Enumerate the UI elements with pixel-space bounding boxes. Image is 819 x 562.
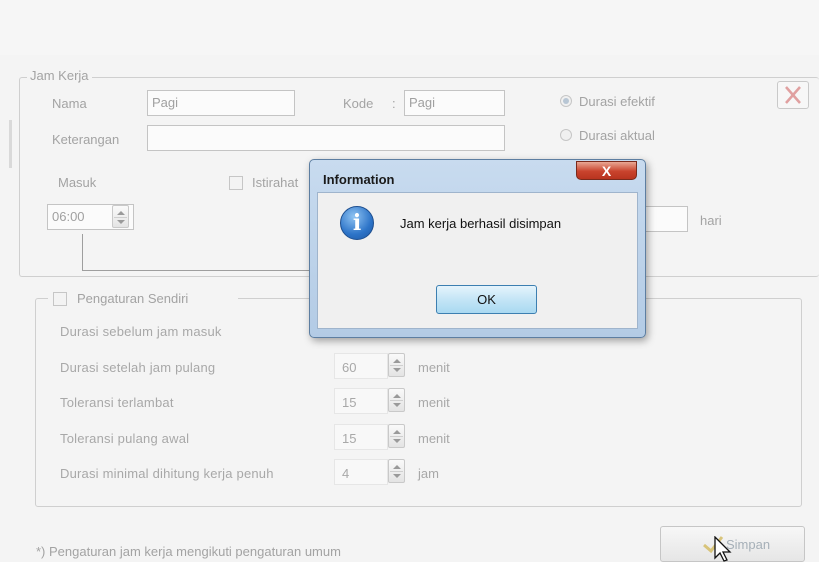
toleransi-pulang-awal-value: 15 [342, 431, 357, 446]
kode-separator: : [392, 96, 396, 111]
spin-down-icon [393, 368, 401, 372]
pengaturan-sendiri-checkbox[interactable] [53, 292, 67, 306]
mouse-cursor-icon [714, 536, 732, 562]
spin-up-icon [393, 394, 401, 398]
spin-down-icon [117, 220, 125, 224]
spin-divider [390, 400, 403, 401]
information-dialog: Information X i Jam kerja berhasil disim… [309, 159, 646, 338]
toleransi-terlambat-unit: menit [418, 395, 450, 410]
durasi-setelah-spinner[interactable] [388, 353, 405, 377]
spin-up-icon [117, 211, 125, 215]
masuk-time-spinner[interactable] [112, 205, 129, 228]
kode-label: Kode [343, 96, 374, 111]
istirahat-label: Istirahat [252, 175, 299, 190]
window-left-edge [9, 120, 12, 168]
toleransi-pulang-awal-unit: menit [418, 431, 450, 446]
toleransi-terlambat-value: 15 [342, 395, 357, 410]
spin-up-icon [393, 359, 401, 363]
durasi-setelah-unit: menit [418, 360, 450, 375]
toleransi-pulang-awal-spinner[interactable] [388, 424, 405, 448]
info-icon: i [340, 206, 374, 240]
pengaturan-sendiri-label: Pengaturan Sendiri [77, 291, 189, 306]
keterangan-field[interactable] [147, 125, 505, 151]
durasi-minimal-spinner[interactable] [388, 459, 405, 483]
dialog-body: i Jam kerja berhasil disimpan OK [317, 192, 638, 329]
dialog-message: Jam kerja berhasil disimpan [400, 216, 562, 231]
durasi-efektif-label: Durasi efektif [579, 94, 655, 109]
spin-up-icon [393, 430, 401, 434]
jam-kerja-legend: Jam Kerja [27, 68, 92, 83]
durasi-minimal-label: Durasi minimal dihitung kerja penuh [60, 466, 274, 481]
durasi-minimal-value: 4 [342, 466, 350, 481]
spin-divider [114, 217, 127, 218]
durasi-setelah-value: 60 [342, 360, 357, 375]
window-top-area [0, 0, 819, 55]
spin-down-icon [393, 474, 401, 478]
masuk-time-value: 06:00 [52, 209, 85, 224]
istirahat-checkbox[interactable] [229, 176, 243, 190]
spin-down-icon [393, 403, 401, 407]
spin-up-icon [393, 465, 401, 469]
toleransi-pulang-awal-label: Toleransi pulang awal [60, 431, 190, 446]
durasi-aktual-label: Durasi aktual [579, 128, 655, 143]
spin-divider [390, 471, 403, 472]
spin-divider [390, 365, 403, 366]
keterangan-label: Keterangan [52, 132, 120, 147]
ok-button[interactable]: OK [436, 285, 537, 314]
hari-field[interactable] [640, 206, 688, 232]
dialog-title: Information [323, 172, 395, 187]
durasi-efektif-radio[interactable] [560, 95, 572, 107]
spin-down-icon [393, 439, 401, 443]
nama-field[interactable]: Pagi [147, 90, 295, 116]
timeline-bracket [82, 234, 312, 271]
close-x-icon [785, 86, 801, 104]
footer-note: *) Pengaturan jam kerja mengikuti pengat… [36, 544, 341, 559]
hari-label: hari [700, 213, 722, 228]
nama-label: Nama [52, 96, 87, 111]
dialog-close-button[interactable]: X [576, 161, 637, 180]
durasi-minimal-unit: jam [418, 466, 439, 481]
durasi-setelah-label: Durasi setelah jam pulang [60, 360, 216, 375]
durasi-aktual-radio[interactable] [560, 129, 572, 141]
kode-field[interactable]: Pagi [404, 90, 505, 116]
toleransi-terlambat-label: Toleransi terlambat [60, 395, 174, 410]
masuk-label: Masuk [58, 175, 97, 190]
close-form-button[interactable] [777, 81, 809, 109]
toleransi-terlambat-spinner[interactable] [388, 388, 405, 412]
close-icon: X [601, 163, 612, 179]
durasi-sebelum-label: Durasi sebelum jam masuk [60, 324, 222, 339]
spin-divider [390, 436, 403, 437]
